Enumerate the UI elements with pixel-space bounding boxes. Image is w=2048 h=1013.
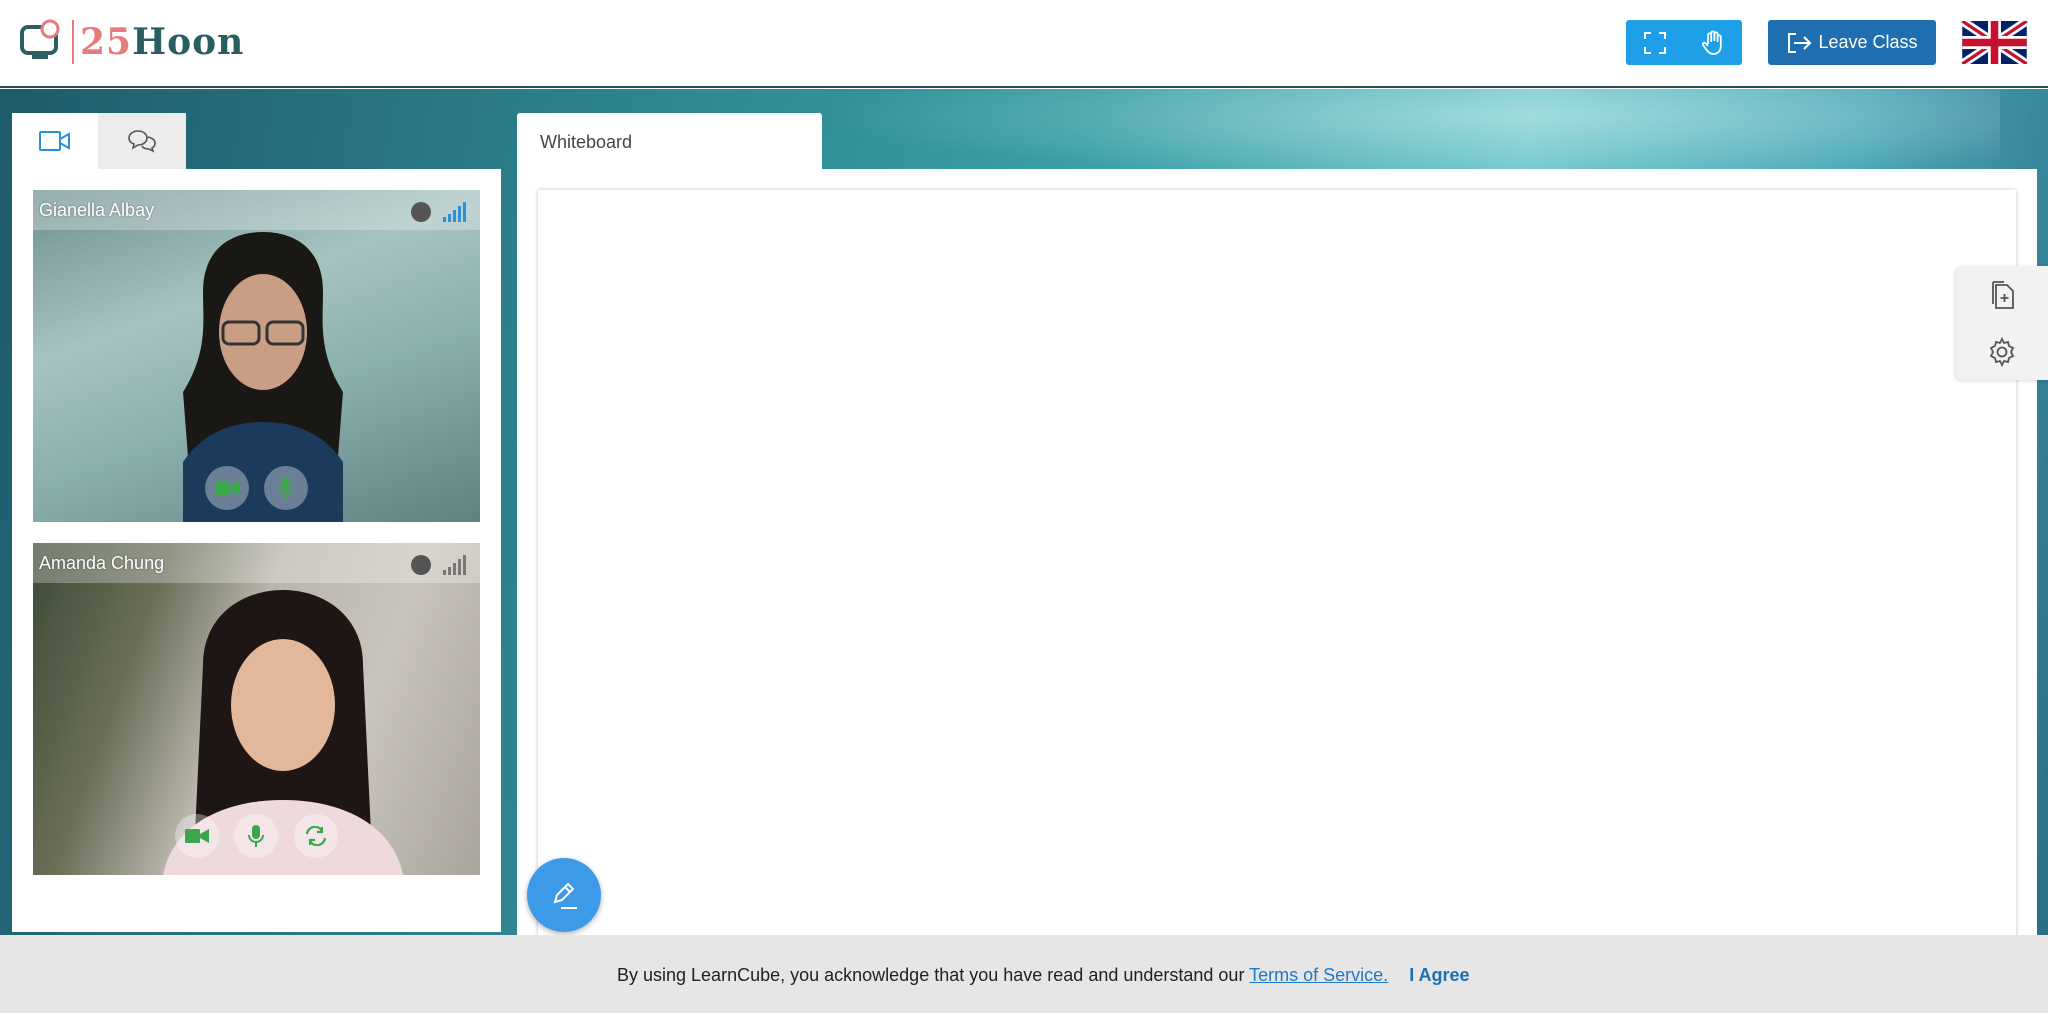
pen-icon <box>553 882 577 909</box>
add-document-icon <box>1992 280 2014 309</box>
tab-video[interactable] <box>12 113 98 169</box>
add-document-button[interactable] <box>1956 266 2048 323</box>
app-header: 25Hoon Leave Class <box>0 0 2048 88</box>
microphone-icon <box>248 825 264 847</box>
whiteboard-canvas[interactable] <box>538 190 2016 940</box>
participant-name-bar: Amanda Chung <box>33 543 480 583</box>
terms-message: By using LearnCube, you acknowledge that… <box>617 965 1470 986</box>
signal-strength-icon <box>443 555 466 575</box>
pen-tool-button[interactable] <box>527 858 601 932</box>
chat-bubbles-icon <box>128 130 156 153</box>
logo-icon <box>20 19 60 59</box>
participant-video: Gianella Albay <box>33 190 480 522</box>
switch-camera-icon <box>305 826 327 846</box>
agree-button[interactable]: I Agree <box>1409 965 1469 985</box>
terms-text: By using LearnCube, you acknowledge that… <box>617 965 1245 985</box>
settings-button[interactable] <box>1956 323 2048 380</box>
participant-name: Amanda Chung <box>39 553 165 573</box>
fullscreen-button[interactable] <box>1626 20 1684 65</box>
switch-camera-button[interactable] <box>294 814 338 858</box>
header-tool-group <box>1626 20 1742 65</box>
logo-word: Hoon <box>132 21 245 63</box>
microphone-toggle-button[interactable] <box>234 814 278 858</box>
logo-divider <box>72 20 74 64</box>
participant-name-bar: Gianella Albay <box>33 190 480 230</box>
logo-wordmark: 25Hoon <box>80 21 244 63</box>
camera-icon <box>185 829 209 843</box>
tab-chat[interactable] <box>98 113 186 169</box>
camera-toggle-button[interactable] <box>205 466 249 510</box>
terms-banner: By using LearnCube, you acknowledge that… <box>0 935 2048 1013</box>
fullscreen-icon <box>1644 31 1666 54</box>
microphone-toggle-button[interactable] <box>264 466 308 510</box>
tab-whiteboard[interactable]: Whiteboard <box>517 113 822 169</box>
hand-icon <box>1701 30 1722 55</box>
exit-icon <box>1788 32 1812 53</box>
record-indicator <box>411 202 431 222</box>
terms-of-service-link[interactable]: Terms of Service. <box>1249 965 1388 985</box>
side-toolbar <box>1956 266 2048 380</box>
leave-class-label: Leave Class <box>1818 32 1918 52</box>
gear-icon <box>1989 336 2015 367</box>
camera-icon <box>215 481 239 495</box>
video-camera-icon <box>39 131 70 151</box>
participant-video: Amanda Chung <box>33 543 480 875</box>
participant-name: Gianella Albay <box>39 200 155 220</box>
logo-number: 25 <box>80 21 133 63</box>
uk-flag-icon[interactable] <box>1961 21 2028 64</box>
leave-class-button[interactable]: Leave Class <box>1768 20 1936 65</box>
logo: 25Hoon <box>20 18 244 66</box>
raise-hand-button[interactable] <box>1684 20 1742 65</box>
record-indicator <box>411 555 431 575</box>
signal-strength-icon <box>443 202 466 222</box>
microphone-icon <box>278 477 294 499</box>
camera-toggle-button[interactable] <box>175 814 219 858</box>
whiteboard-tab-label: Whiteboard <box>540 132 633 152</box>
